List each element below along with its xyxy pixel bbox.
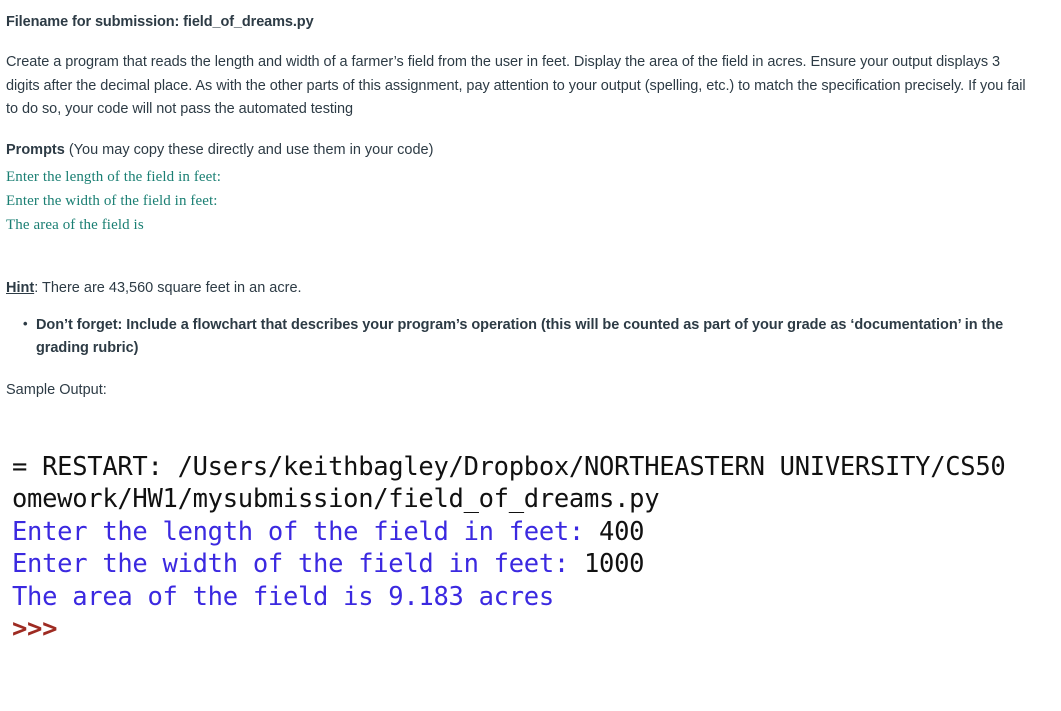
prompts-note: (You may copy these directly and use the… (64, 142, 434, 159)
assignment-description: Create a program that reads the length a… (6, 54, 1026, 117)
console-restart-line-1: = RESTART: /Users/keithbagley/Dropbox/NO… (12, 451, 1006, 482)
sample-output-label: Sample Output: (6, 381, 107, 398)
list-item: Don’t forget: Include a flowchart that d… (23, 313, 1031, 361)
hint-line: Hint: There are 43,560 square feet in an… (6, 277, 1053, 300)
console-restart-line-2: omework/HW1/mysubmission/field_of_dreams… (12, 484, 660, 514)
console-prompt-width-line: Enter the width of the field in feet: 10… (12, 548, 1053, 581)
prompts-label: Prompts (6, 142, 65, 159)
prompt-line-length: Enter the length of the field in feet: (6, 168, 221, 185)
console-prompt-length-text: Enter the length of the field in feet: (12, 516, 600, 547)
console-value-width: 1000 (584, 549, 645, 579)
hint-text: : There are 43,560 square feet in an acr… (34, 279, 302, 296)
console-prompt-width-text: Enter the width of the field in feet: (12, 549, 584, 579)
prompt-line-area: The area of the field is (6, 216, 144, 233)
prompt-line-width: Enter the width of the field in feet: (6, 192, 218, 209)
hint-label: Hint (6, 279, 35, 296)
console-value-length: 400 (599, 516, 645, 547)
console-result-line: The area of the field is 9.183 acres (12, 581, 554, 612)
console-output-block: = RESTART: /Users/keithbagley/Dropbox/NO… (6, 418, 1053, 711)
assignment-content: Filename for submission: field_of_dreams… (0, 0, 1061, 711)
console-shell-prompt: >>> (12, 614, 58, 644)
prompts-heading: Prompts (You may copy these directly and… (6, 139, 1053, 162)
requirements-list: Don’t forget: Include a flowchart that d… (6, 313, 1053, 361)
filename-heading: Filename for submission: field_of_dreams… (6, 14, 314, 30)
console-prompt-length-line: Enter the length of the field in feet: 4… (12, 516, 1053, 549)
